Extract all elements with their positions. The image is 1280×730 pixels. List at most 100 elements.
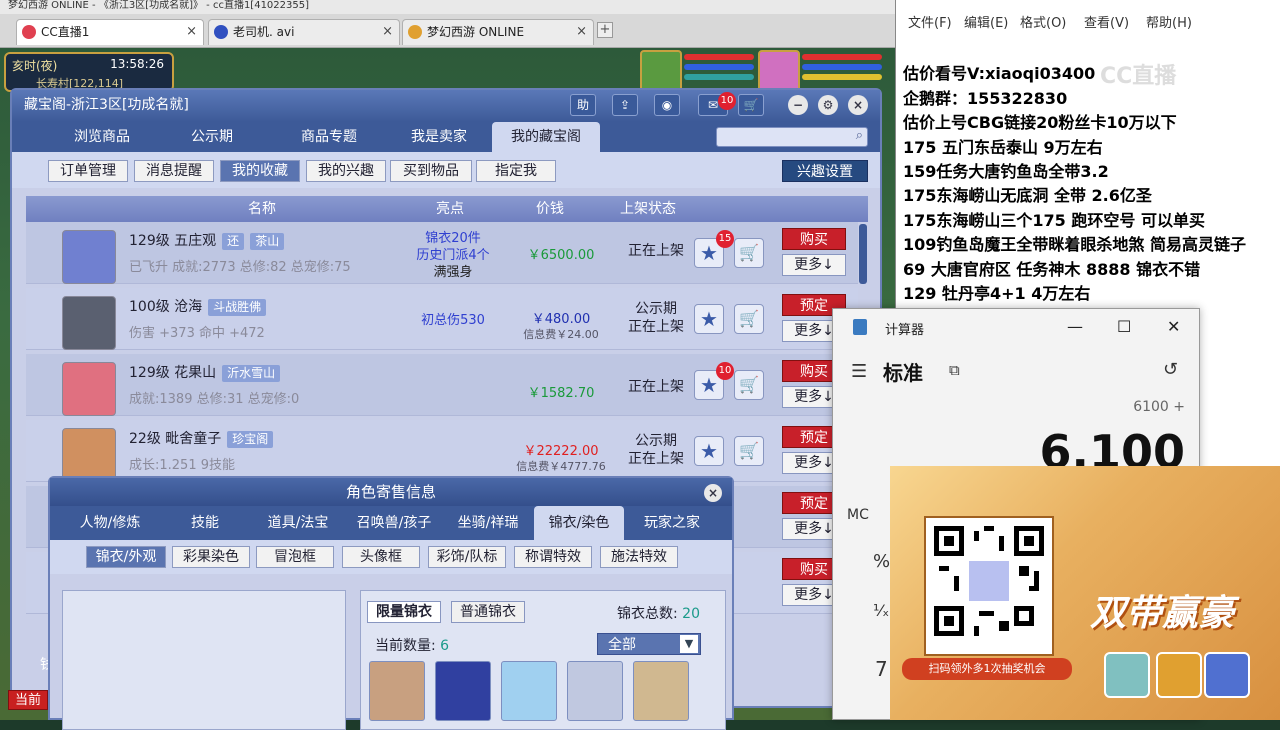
subtab-bubble[interactable]: 冒泡框 <box>256 546 334 568</box>
scrollbar-thumb[interactable] <box>859 224 867 284</box>
outfit-item[interactable] <box>435 661 491 721</box>
tab-limited-outfit[interactable]: 限量锦衣 <box>367 601 441 623</box>
subtab-orders[interactable]: 订单管理 <box>48 160 128 182</box>
help-button[interactable]: 助 <box>570 94 596 116</box>
keep-on-top-icon[interactable]: ⧉ <box>949 361 960 379</box>
table-header: 名称 亮点 价钱 上架状态 <box>26 196 868 222</box>
tab-fashion[interactable]: 锦衣/染色 <box>534 506 624 540</box>
text-line[interactable]: 企鹅群：155322830 <box>903 85 1067 109</box>
outfit-item[interactable] <box>633 661 689 721</box>
cart-button[interactable]: 🛒 <box>738 94 764 116</box>
history-icon[interactable]: ↺ <box>1163 359 1178 380</box>
subtab-messages[interactable]: 消息提醒 <box>134 160 214 182</box>
tab-home[interactable]: 玩家之家 <box>628 506 716 540</box>
minimize-button[interactable]: − <box>788 95 808 115</box>
table-row[interactable]: 22级 毗舍童子 珍宝阁 成长:1.251 9技能 ￥22222.00 信息费￥4… <box>26 420 858 482</box>
menu-icon[interactable]: ☰ <box>851 361 867 382</box>
outfit-item[interactable] <box>567 661 623 721</box>
subtab-title-effect[interactable]: 称谓特效 <box>514 546 592 568</box>
chevron-down-icon[interactable]: ▼ <box>680 635 698 653</box>
text-line[interactable]: 109钓鱼岛魔王全带眯着眼杀地煞 简易高灵链子 <box>903 231 1246 255</box>
digit-7-button[interactable]: 7 <box>875 657 888 681</box>
close-icon[interactable]: × <box>186 20 197 44</box>
subtab-dye[interactable]: 彩果染色 <box>172 546 250 568</box>
tab-seller[interactable]: 我是卖家 <box>384 122 494 152</box>
subtab-assigned[interactable]: 指定我 <box>476 160 556 182</box>
player-portrait[interactable] <box>758 50 800 92</box>
subtab-cast-effect[interactable]: 施法特效 <box>600 546 678 568</box>
table-row[interactable]: 100级 沧海 斗战胜佛 伤害 +373 命中 +472 初总伤530 ￥480.… <box>26 288 858 350</box>
subtab-interests[interactable]: 我的兴趣 <box>306 160 386 182</box>
cart-icon[interactable]: 🛒 <box>734 436 764 466</box>
text-line[interactable]: 175东海崂山三个175 跑环空号 可以单买 <box>903 207 1205 231</box>
cc-logo-icon <box>22 25 36 39</box>
tab-video[interactable]: 老司机. avi × <box>208 19 400 45</box>
text-line[interactable]: 175 五门东岳泰山 9万左右 <box>903 134 1103 158</box>
tab-character[interactable]: 人物/修炼 <box>64 506 156 540</box>
tab-my-pavilion[interactable]: 我的藏宝阁 <box>492 122 600 152</box>
settings-button[interactable]: ⚙ <box>818 95 838 115</box>
table-row[interactable]: 129级 花果山 沂水雪山 成就:1389 总修:31 总宠修:0 ￥1582.7… <box>26 354 858 416</box>
buy-button[interactable]: 购买 <box>782 228 846 250</box>
favorite-count-badge: 10 <box>716 362 734 380</box>
tab-pets[interactable]: 召唤兽/孩子 <box>346 506 442 540</box>
search-input[interactable]: ⌕ <box>716 127 868 147</box>
close-button[interactable]: × <box>848 95 868 115</box>
promo-banner[interactable]: 扫码领外多1次抽奖机会 双带赢豪 <box>890 466 1280 720</box>
minimize-button[interactable]: — <box>1067 317 1083 336</box>
menu-help[interactable]: 帮助(H) <box>1146 12 1192 31</box>
table-row[interactable]: 129级 五庄观还茶山 已飞升 成就:2773 总修:82 总宠修:75 锦衣2… <box>26 222 858 284</box>
more-button[interactable]: 更多↓ <box>782 254 846 276</box>
record-button[interactable]: ◉ <box>654 94 680 116</box>
tab-cc-live[interactable]: CC直播1 × <box>16 19 204 45</box>
menu-edit[interactable]: 编辑(E) <box>964 12 1008 31</box>
status-text: 公示期 <box>635 433 677 449</box>
tab-mounts[interactable]: 坐骑/祥瑞 <box>442 506 534 540</box>
close-icon[interactable]: × <box>382 20 393 44</box>
maximize-button[interactable]: ☐ <box>1117 317 1131 336</box>
cart-icon[interactable]: 🛒 <box>734 304 764 334</box>
pet-portrait[interactable] <box>640 50 682 92</box>
tab-normal-outfit[interactable]: 普通锦衣 <box>451 601 525 623</box>
subtab-favorites[interactable]: 我的收藏 <box>220 160 300 182</box>
close-icon[interactable]: × <box>576 20 587 44</box>
close-button[interactable]: × <box>704 484 722 502</box>
qr-code[interactable] <box>924 516 1054 656</box>
menu-format[interactable]: 格式(O) <box>1020 12 1066 31</box>
subtab-avatar-frame[interactable]: 头像框 <box>342 546 420 568</box>
percent-button[interactable]: % <box>873 551 890 572</box>
tab-topics[interactable]: 商品专题 <box>274 122 384 152</box>
cart-icon[interactable]: 🛒 <box>734 370 764 400</box>
outfit-item[interactable] <box>501 661 557 721</box>
text-line[interactable]: 129 牡丹亭4+1 4万左右 <box>903 280 1090 304</box>
favorite-star-icon[interactable]: ★ <box>694 436 724 466</box>
share-button[interactable]: ⇪ <box>612 94 638 116</box>
interest-settings-button[interactable]: 兴趣设置 <box>782 160 868 182</box>
menu-file[interactable]: 文件(F) <box>908 12 952 31</box>
tab-public[interactable]: 公示期 <box>162 122 262 152</box>
player-mp-bar <box>802 64 882 70</box>
outfit-item[interactable] <box>369 661 425 721</box>
text-line[interactable]: 159任务大唐钓鱼岛全带3.2 <box>903 158 1109 182</box>
subtab-outfit[interactable]: 锦衣/外观 <box>86 546 166 568</box>
cart-icon[interactable]: 🛒 <box>734 238 764 268</box>
reciprocal-button[interactable]: ¹⁄ₓ <box>873 601 889 620</box>
close-button[interactable]: ✕ <box>1167 317 1180 336</box>
new-tab-button[interactable]: + <box>597 22 613 38</box>
text-line[interactable]: 估价看号V:xiaoqi03400 <box>903 60 1095 84</box>
text-line[interactable]: 175东海崂山无底洞 全带 2.6亿圣 <box>903 182 1152 206</box>
text-line[interactable]: 69 大唐官府区 任务神木 8888 锦衣不错 <box>903 256 1200 280</box>
tab-game[interactable]: 梦幻西游 ONLINE × <box>402 19 594 45</box>
subtab-team-mark[interactable]: 彩饰/队标 <box>428 546 506 568</box>
memory-clear-button[interactable]: MC <box>847 507 869 523</box>
tab-items[interactable]: 道具/法宝 <box>250 506 346 540</box>
tab-browse[interactable]: 浏览商品 <box>52 122 152 152</box>
tab-skills[interactable]: 技能 <box>160 506 250 540</box>
text-line[interactable]: 估价上号CBG链接20粉丝卡10万以下 <box>903 109 1177 133</box>
subtab-bought[interactable]: 买到物品 <box>390 160 472 182</box>
search-icon[interactable]: ⌕ <box>856 128 863 143</box>
menu-view[interactable]: 查看(V) <box>1084 12 1129 31</box>
filter-select[interactable]: 全部 ▼ <box>597 633 701 655</box>
current-channel-button[interactable]: 当前 <box>8 690 48 710</box>
favorite-star-icon[interactable]: ★ <box>694 304 724 334</box>
